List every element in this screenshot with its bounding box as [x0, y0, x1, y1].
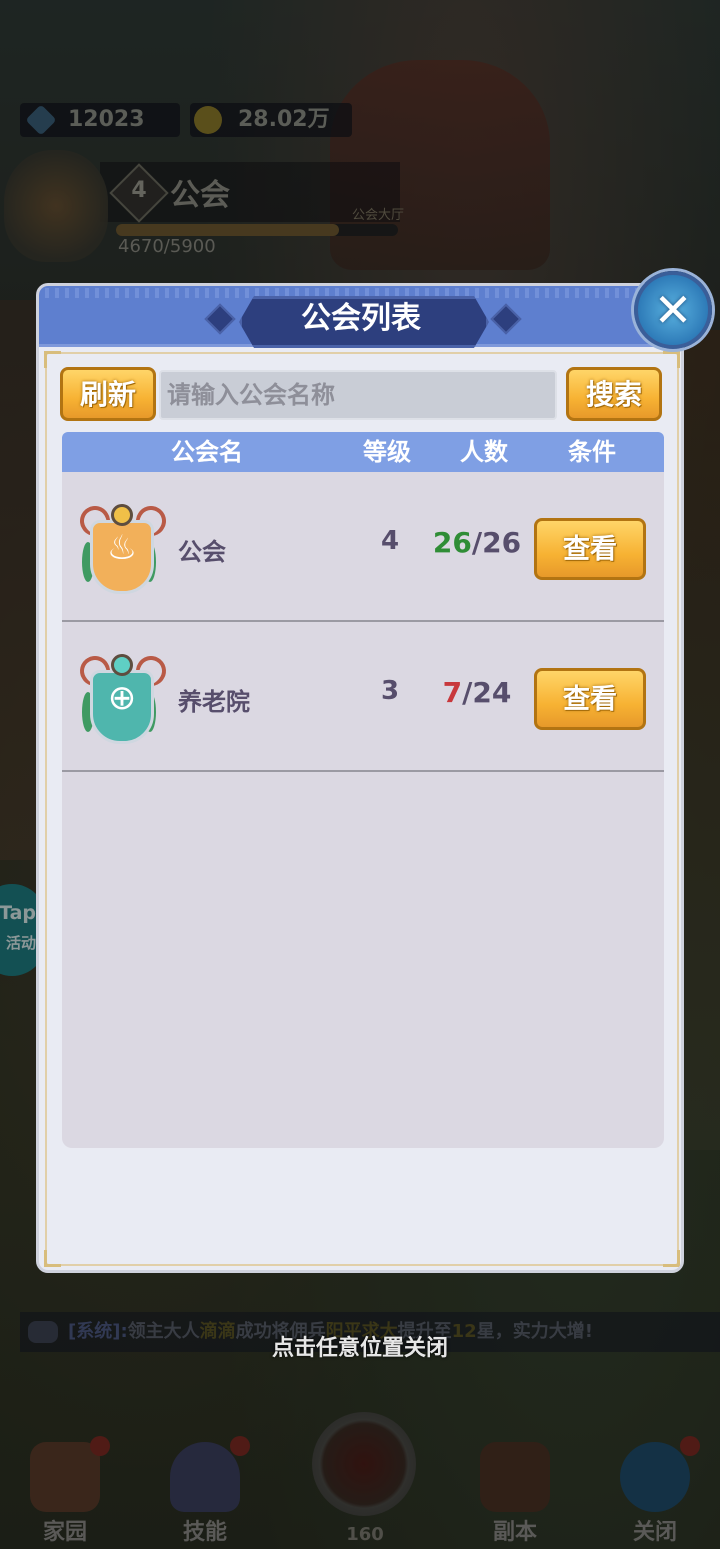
guild-row-name: 公会 — [178, 538, 226, 566]
column-condition: 条件 — [568, 438, 616, 466]
members-max: /26 — [471, 526, 522, 559]
target-glyph: ⊕ — [107, 678, 137, 718]
corner-ornament-icon — [663, 351, 680, 368]
dialog-frame: 公会列表 刷新 搜索 公会名 等级 人数 条件 — [36, 283, 684, 1273]
guild-row-members: 7/24 — [422, 676, 532, 709]
view-guild-button[interactable]: 查看 — [534, 518, 646, 580]
guild-row-members: 26/26 — [422, 526, 532, 559]
candle-emblem-icon: ♨ — [74, 500, 172, 594]
guild-row-level: 3 — [380, 676, 400, 706]
members-max: /24 — [462, 676, 512, 709]
target-emblem-icon: ⊕ — [74, 650, 172, 744]
guild-list-dialog: 公会列表 刷新 搜索 公会名 等级 人数 条件 — [36, 271, 712, 1273]
guild-row-name: 养老院 — [178, 688, 250, 716]
view-guild-button[interactable]: 查看 — [534, 668, 646, 730]
dialog-close-button[interactable]: ✕ — [634, 271, 712, 349]
guild-search-input[interactable] — [159, 370, 557, 420]
title-band: 公会列表 — [39, 286, 681, 348]
guild-row-level: 4 — [380, 526, 400, 556]
refresh-button[interactable]: 刷新 — [60, 367, 156, 421]
close-icon: ✕ — [653, 283, 693, 337]
column-name: 公会名 — [171, 438, 243, 466]
corner-ornament-icon — [663, 1250, 680, 1267]
column-members: 人数 — [460, 438, 508, 466]
candle-glyph: ♨ — [106, 528, 138, 568]
diamond-ornament-icon — [204, 303, 236, 335]
guild-list: ♨ 公会 4 26/26 查看 ⊕ 养老院 3 7/24 查看 — [62, 472, 664, 1148]
close-hint: 点击任意位置关闭 — [271, 1336, 448, 1361]
corner-ornament-icon — [44, 1250, 61, 1267]
corner-ornament-icon — [44, 351, 61, 368]
members-current: 7 — [442, 676, 463, 709]
diamond-ornament-icon — [490, 303, 522, 335]
guild-row: ♨ 公会 4 26/26 查看 — [62, 472, 664, 622]
table-header: 公会名 等级 人数 条件 — [62, 432, 664, 472]
search-button[interactable]: 搜索 — [566, 367, 662, 421]
emblem-gem — [111, 504, 133, 526]
members-current: 26 — [432, 526, 472, 559]
dialog-title: 公会列表 — [301, 301, 421, 336]
column-level: 等级 — [363, 438, 411, 466]
guild-row: ⊕ 养老院 3 7/24 查看 — [62, 622, 664, 772]
emblem-gem — [111, 654, 133, 676]
